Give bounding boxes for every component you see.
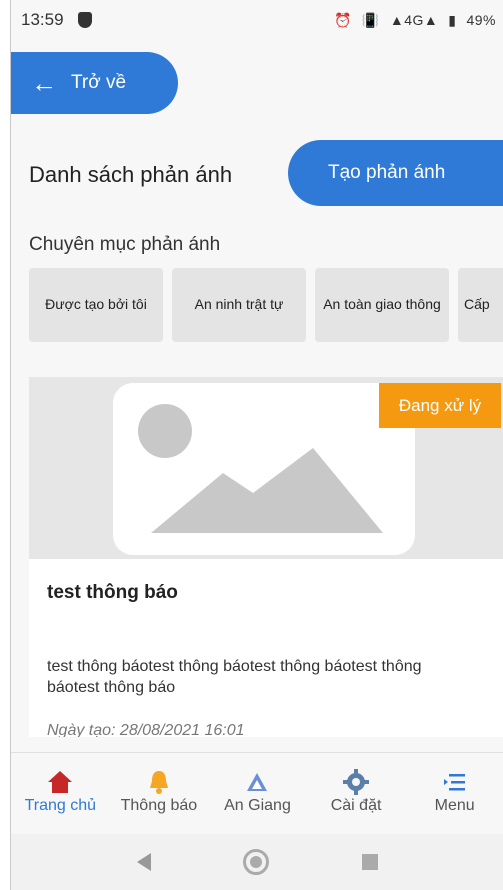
shield-icon — [77, 12, 92, 28]
card-description: test thông báotest thông báotest thông b… — [47, 658, 422, 696]
status-badge: Đang xử lý — [379, 383, 501, 428]
category-chip-created-by-me[interactable]: Được tạo bởi tôi — [29, 268, 163, 342]
back-label: Trở về — [71, 72, 127, 93]
nav-item-notifications[interactable]: Thông báo — [110, 753, 208, 835]
system-home-icon[interactable] — [243, 849, 270, 875]
vibrate-icon: 📳 — [361, 11, 380, 28]
nav-item-menu[interactable]: Menu — [406, 753, 503, 835]
nav-label: Cài đặt — [330, 797, 382, 814]
nav-label: Menu — [434, 797, 475, 814]
nav-label: Thông báo — [120, 797, 198, 814]
logo-icon — [245, 767, 269, 797]
system-recents-icon[interactable] — [361, 854, 378, 870]
app-screen: 13:59 ⏰ 📳 ▲4G▲ ▮ 49% ← Trở về Danh sách … — [10, 0, 503, 890]
category-chip-partial[interactable]: Cấp — [458, 268, 503, 342]
nav-item-home[interactable]: Trang chủ — [11, 753, 109, 835]
bell-icon — [147, 767, 171, 797]
arrow-left-icon: ← — [31, 68, 57, 98]
system-back-icon[interactable] — [137, 853, 152, 871]
back-button[interactable]: ← Trở về — [11, 52, 178, 114]
bottom-nav: Trang chủ Thông báo An Giang Cài đặt Men… — [11, 752, 503, 835]
status-time: 13:59 — [21, 10, 64, 29]
nav-item-settings[interactable]: Cài đặt — [307, 753, 405, 835]
card-title: test thông báo — [47, 582, 178, 603]
battery-level: 49% — [466, 12, 496, 28]
nav-item-an-giang[interactable]: An Giang — [208, 753, 306, 835]
menu-icon — [443, 767, 467, 797]
home-icon — [47, 767, 73, 797]
gear-icon — [343, 767, 370, 797]
nav-label: An Giang — [224, 797, 291, 814]
create-report-button[interactable]: Tạo phản ánh — [288, 140, 503, 206]
report-card[interactable]: Đang xử lý test thông báo test thông báo… — [29, 377, 503, 737]
nav-label: Trang chủ — [24, 797, 97, 814]
category-chips: Được tạo bởi tôi An ninh trật tự An toàn… — [29, 268, 503, 342]
card-date: Ngày tạo: 28/08/2021 16:01 — [47, 722, 245, 737]
battery-icon: ▮ — [448, 11, 457, 28]
card-image-area: Đang xử lý — [29, 377, 503, 559]
image-placeholder-icon — [113, 383, 415, 555]
system-nav-bar — [11, 834, 503, 890]
category-chip-security[interactable]: An ninh trật tự — [172, 268, 306, 342]
category-section-label: Chuyên mục phản ánh — [29, 234, 221, 255]
category-chip-traffic[interactable]: An toàn giao thông — [315, 268, 449, 342]
alarm-icon: ⏰ — [333, 11, 352, 28]
signal-4g-icon: ▲4G▲ — [389, 12, 439, 28]
page-title: Danh sách phản ánh — [29, 162, 233, 187]
status-bar: 13:59 ⏰ 📳 ▲4G▲ ▮ 49% — [11, 0, 503, 40]
